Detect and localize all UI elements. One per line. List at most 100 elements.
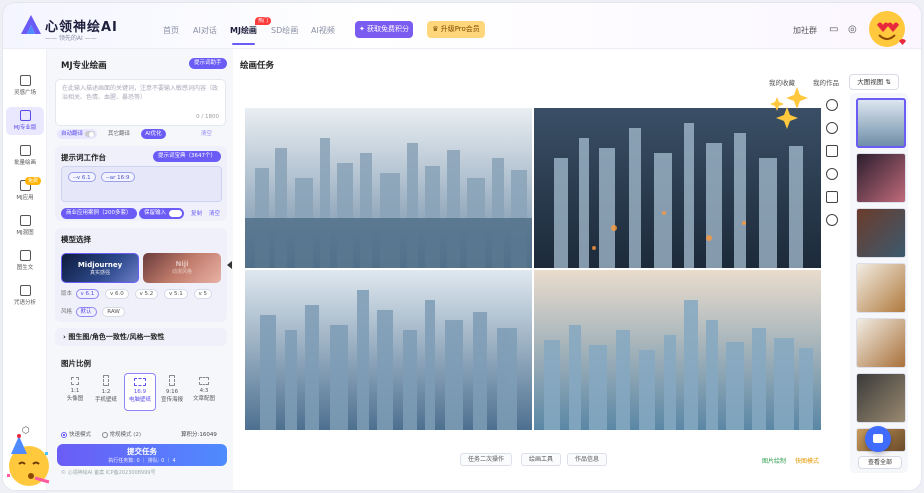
view-all-button[interactable]: 查看全部 [858,456,902,469]
prompt-helper-button[interactable]: 提示词助手 [189,58,227,69]
prompt-tag[interactable]: --ar 16:9 [100,172,135,182]
ratio-option-9-16[interactable]: 9:16 宣传海报 [157,373,187,411]
result-image-4[interactable] [534,270,821,430]
nav-home[interactable]: 首页 [163,25,179,36]
submit-task-button[interactable]: 提交任务 执行任务数: 0 ｜ 排队: 0 ｜ 4 [57,444,227,466]
sidebar-item-label: 咒语分析 [13,300,36,306]
ratio-value: 1:2 [101,389,111,395]
consistency-expander[interactable]: › 图生图/角色一致性/风格一致性 [55,328,227,346]
toggle-switch [84,130,95,137]
auto-translate-toggle[interactable]: 自动翻译 [57,129,97,139]
model-subtitle: 真实感强 [89,270,110,276]
result-image-1[interactable] [245,108,532,268]
sidebar-item-image-to-text[interactable]: 图生文 [6,247,44,275]
version-option[interactable]: v 6.1 [75,289,100,299]
copy-link[interactable]: 复制 [191,209,202,217]
history-thumbnail[interactable] [856,263,906,313]
collapse-panel-icon[interactable] [227,261,232,269]
sidebar-item-label: MJ应用 [16,195,34,201]
version-option[interactable]: v 5.2 [134,289,159,299]
ratio-value: 1:1 [70,388,80,394]
history-thumbnail[interactable] [856,153,906,203]
panel-title: MJ专业绘画 [61,61,107,71]
heart-eyes-emoji-icon [869,11,906,47]
settings-icon[interactable] [826,122,838,134]
trash-icon[interactable] [826,191,838,203]
version-option[interactable]: v 5 [193,289,213,299]
sidebar-item-mj-apps[interactable]: 免费 MJ应用 [6,177,44,205]
clear-link[interactable]: 清空 [209,209,220,217]
model-subtitle: 动漫风格 [171,269,192,275]
fast-mode-radio[interactable]: 快速模式 [61,431,91,438]
share-icon[interactable] [826,214,838,226]
version-option[interactable]: v 6.0 [105,289,129,299]
other-translate-option[interactable]: 其它翻译 [104,129,134,139]
model-niji-card[interactable]: Niji 动漫风格 [143,253,221,283]
generation-modes: 快速模式 常规模式 (2) 算积分:16049 [61,430,217,438]
version-option[interactable]: v 5.1 [164,289,188,299]
gift-icon: ✦ [358,25,368,33]
business-cases-button[interactable]: 商业应用案例（200多套） [61,208,137,219]
result-image-2[interactable] [534,108,821,268]
ratio-option-4-3[interactable]: 4:3 文章配图 [189,373,219,411]
ratio-label: 头像图 [66,396,84,402]
main-content: 绘画任务 我的收藏 我的作品 大图视图 ⇅ 任务二次操作 绘画工具 作品信息 图… [233,49,899,490]
ratio-label: 手机壁纸 [94,397,117,403]
sidebar-item-mj-pro[interactable]: MJ专业版 [6,107,44,135]
swap-icon: ⇅ [885,78,891,86]
nav-sd-drawing[interactable]: SD绘画 [271,25,298,36]
result-image-3[interactable] [245,270,532,430]
brand-logo-icon[interactable] [19,13,43,37]
nav-ai-video[interactable]: AI视频 [311,25,335,36]
history-thumbnail[interactable] [856,98,906,148]
sidebar-item-prompt-analysis[interactable]: 咒语分析 [6,282,44,310]
ratio-option-1-1[interactable]: 1:1 头像图 [60,373,90,411]
prompt-library-button[interactable]: 提示词宝典（3647个） [153,151,221,162]
tab-my-works[interactable]: 我的作品 [813,77,839,87]
task-secondary-ops-button[interactable]: 任务二次操作 [460,453,513,466]
book-icon[interactable]: ▭ [829,24,838,35]
free-points-label: 获取免费积分 [367,25,410,33]
style-option[interactable]: 默认 [75,307,97,317]
prompt-placeholder: 在此输入描述画面的关键词，注意不要输入敏感词内容（政治相关、色情、血腥、暴恐等） [62,85,219,101]
openai-icon[interactable]: ◎ [848,24,857,35]
ratio-option-1-2[interactable]: 1:2 手机壁纸 [91,373,121,411]
history-thumbnail[interactable] [856,373,906,423]
history-thumbnail[interactable] [856,318,906,368]
tab-favorites[interactable]: 我的收藏 [769,77,795,87]
sidebar-item-batch[interactable]: 批量绘画 [6,142,44,170]
join-group-link[interactable]: 加社群 [793,25,817,36]
nav-mj-drawing[interactable]: MJ绘画 [230,25,257,45]
result-image-grid[interactable] [245,108,821,430]
star-icon[interactable] [826,168,838,180]
radio-icon [101,431,108,438]
left-sidebar: 灵感广场 MJ专业版 批量绘画 免费 MJ应用 MJ混图 图生文 咒语分析 ⬡ [3,49,47,490]
ratio-portrait-icon [169,375,175,386]
clear-prompt-link[interactable]: 清空 [197,129,216,139]
work-info-button[interactable]: 作品信息 [567,453,608,466]
history-thumbnail[interactable] [856,208,906,258]
chat-support-button[interactable] [865,426,891,452]
style-option[interactable]: RAW [102,307,125,317]
ratio-landscape-icon [134,378,146,386]
free-points-button[interactable]: ✦ 获取免费积分 [355,21,413,38]
fast-image-link[interactable]: 快图模式 [795,456,819,465]
sidebar-item-mj-blend[interactable]: MJ混图 [6,212,44,240]
big-view-toggle[interactable]: 大图视图 ⇅ [849,74,899,90]
sidebar-item-inspiration[interactable]: 灵感广场 [6,72,44,100]
copy-icon[interactable] [826,145,838,157]
ratio-option-16-9[interactable]: 16:9 电脑壁纸 [124,373,156,411]
model-midjourney-card[interactable]: Midjourney 真实感强 [61,253,139,283]
prompt-tag[interactable]: --v 6.1 [68,172,96,182]
upgrade-pro-button[interactable]: ♛ 升级Pro会员 [427,21,485,38]
image-draw-link[interactable]: 图片绘制 [762,456,786,465]
prompt-input[interactable]: 在此输入描述画面的关键词，注意不要输入敏感词内容（政治相关、色情、血腥、暴恐等）… [55,79,226,126]
icp-footer: © 心领神绘AI 备案 ICP备2023008999号 [61,470,156,476]
keep-input-toggle[interactable]: 保留输入 [139,208,185,219]
normal-mode-radio[interactable]: 常规模式 (2) [101,431,141,438]
nav-ai-chat[interactable]: AI对话 [193,25,217,36]
drawing-tools-button[interactable]: 绘画工具 [521,453,562,466]
ai-optimize-button[interactable]: AI优化 [141,129,166,139]
magic-wand-icon[interactable] [826,99,838,111]
prompt-tag-box[interactable]: --v 6.1 --ar 16:9 [61,166,222,202]
